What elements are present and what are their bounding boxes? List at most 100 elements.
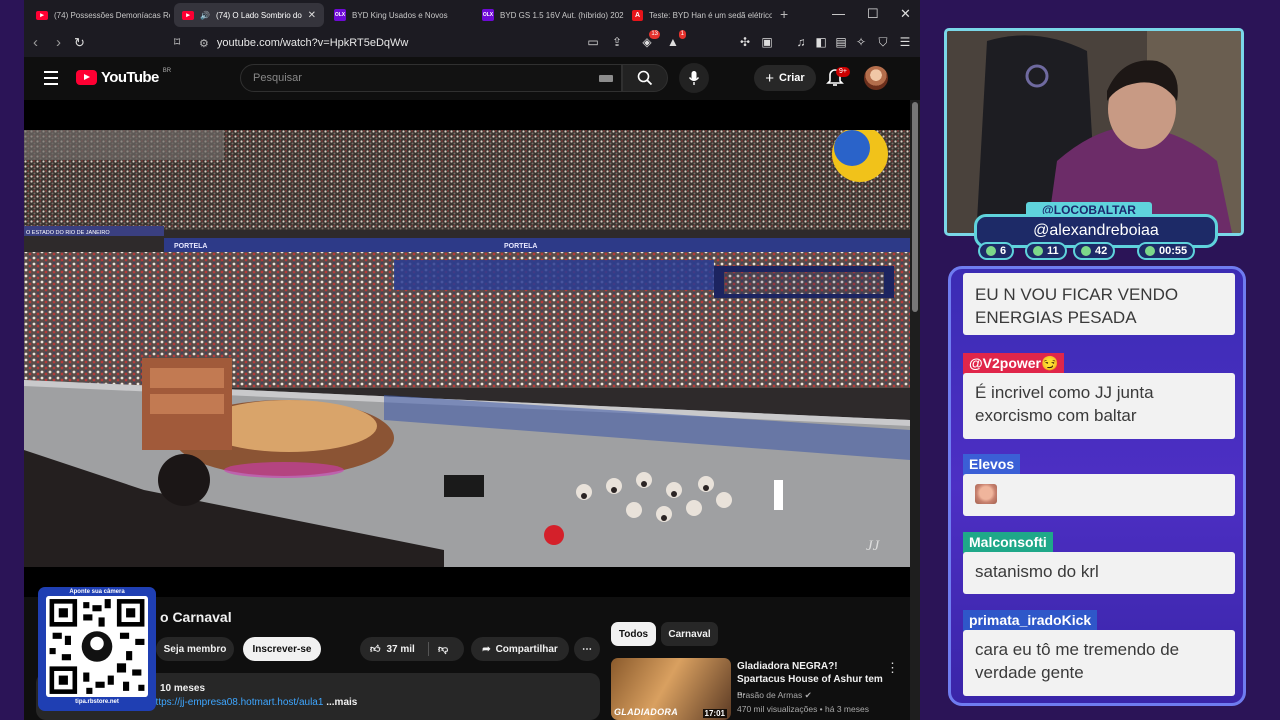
- more-actions-button[interactable]: ⋯: [574, 637, 600, 661]
- like-icon[interactable]: 👍︎: [370, 643, 380, 655]
- dislike-icon[interactable]: 👎︎: [438, 643, 448, 655]
- tab-label: BYD GS 1.5 16V Aut. (híbrido) 2025: [500, 10, 624, 20]
- microphone-icon: [688, 71, 700, 85]
- youtube-icon: ▸: [182, 10, 194, 20]
- shield-count: 13: [649, 30, 660, 39]
- tab-label: Teste: BYD Han é um sedã elétrico: [649, 10, 772, 20]
- scrollbar[interactable]: [910, 100, 920, 720]
- join-button[interactable]: Seja membro: [156, 637, 234, 661]
- description-link[interactable]: https://jj-empresa08.hotmart.host/aula1: [150, 697, 323, 708]
- clock-icon: [1145, 246, 1155, 256]
- channel-watermark: JJ: [866, 538, 881, 554]
- close-window-icon[interactable]: ✕: [900, 6, 911, 22]
- brave-shield-icon[interactable]: ◈ 13: [640, 30, 660, 49]
- qr-code-image: [46, 596, 148, 697]
- youtube-play-icon: [76, 70, 97, 85]
- youtube-icon: ▸: [36, 10, 48, 20]
- create-button[interactable]: + Criar: [754, 65, 816, 91]
- close-icon[interactable]: ✕: [308, 10, 316, 21]
- leo-ai-icon[interactable]: ✧: [854, 35, 868, 49]
- stat-value: 00:55: [1159, 245, 1188, 257]
- sidebar-icon[interactable]: ◧: [814, 35, 828, 49]
- scrollbar-thumb[interactable]: [912, 102, 918, 312]
- search-button[interactable]: [622, 64, 668, 92]
- recommended-channel[interactable]: Brasão de Armas ✔: [737, 690, 812, 701]
- keyboard-icon[interactable]: [599, 75, 613, 82]
- share-page-icon[interactable]: ⇪: [610, 35, 624, 49]
- url-text: youtube.com/watch?v=HpkRT5eDqWw: [216, 37, 409, 49]
- menu-hamburger-icon[interactable]: [44, 71, 58, 89]
- minimize-icon[interactable]: —: [832, 6, 845, 21]
- youtube-logo[interactable]: YouTube BR: [76, 67, 172, 86]
- stat-value: 11: [1047, 245, 1059, 257]
- stat-youtube: 11: [1025, 242, 1067, 260]
- extensions-icon[interactable]: ✣: [738, 35, 752, 49]
- bookmark-icon[interactable]: ⌑: [174, 35, 180, 49]
- qr-caption-top: Aponte sua câmera: [69, 589, 125, 595]
- rewards-count: 1: [678, 30, 686, 39]
- country-code: BR: [162, 67, 172, 74]
- video-thumbnail[interactable]: GLADIADORA 17:01: [611, 658, 731, 720]
- search-box: [240, 64, 622, 92]
- rewards-icon[interactable]: ▲ 1: [666, 30, 686, 49]
- qr-code-overlay: Aponte sua câmera tipa.rbstore.net: [38, 587, 156, 711]
- voice-search-button[interactable]: [679, 63, 709, 93]
- notification-count: 9+: [836, 67, 850, 77]
- stat-uptime: 00:55: [1137, 242, 1196, 260]
- chat-username: primata_iradoKick: [963, 610, 1098, 631]
- site-info-icon[interactable]: ⚙: [199, 37, 209, 50]
- chat-username: Malconsofti: [963, 532, 1053, 553]
- wallet-icon[interactable]: ▤: [834, 35, 848, 49]
- youtube-page: YouTube BR + Criar 9+: [24, 57, 920, 720]
- chip-all[interactable]: Todos: [611, 622, 656, 646]
- olx-icon: OLX: [482, 9, 494, 21]
- new-tab-icon[interactable]: +: [780, 6, 788, 22]
- screenshot-icon[interactable]: ▣: [760, 35, 774, 49]
- subscribe-button[interactable]: Inscrever-se: [243, 637, 321, 661]
- share-label: Compartilhar: [495, 643, 558, 655]
- chat-message: É incrivel como JJ junta exorcismo com b…: [963, 373, 1235, 439]
- share-button[interactable]: ➦ Compartilhar: [471, 637, 569, 661]
- search-input[interactable]: [241, 65, 621, 91]
- tab-possessoes[interactable]: ▸ (74) Possessões Demoníacas Reais: [28, 3, 170, 27]
- like-count[interactable]: 37 mil: [386, 644, 414, 655]
- chat-icon: [986, 246, 996, 256]
- forward-icon[interactable]: ›: [56, 34, 61, 51]
- chip-carnaval[interactable]: Carnaval: [661, 622, 718, 646]
- tab-byd-king[interactable]: OLX BYD King Usados e Novos: [326, 3, 471, 27]
- vpn-icon[interactable]: ⛉: [876, 35, 890, 49]
- tab-lado-sombrio[interactable]: ▸ 🔊 (74) O Lado Sombrio do Ca ✕: [174, 3, 324, 27]
- tab-label: BYD King Usados e Novos: [352, 10, 448, 20]
- reload-icon[interactable]: ↻: [74, 35, 85, 51]
- tab-label: (74) O Lado Sombrio do Ca: [215, 10, 302, 20]
- media-icon[interactable]: ♫: [794, 35, 808, 49]
- avatar[interactable]: [864, 66, 888, 90]
- back-icon[interactable]: ‹: [33, 34, 38, 51]
- youtube-icon: [1033, 246, 1043, 256]
- stat-value: 42: [1095, 245, 1108, 257]
- browser-window: ▸ (74) Possessões Demoníacas Reais ▸ 🔊 (…: [24, 0, 920, 720]
- more-options-icon[interactable]: ⋮: [886, 660, 899, 676]
- tab-byd-han[interactable]: A Teste: BYD Han é um sedã elétrico: [624, 3, 772, 27]
- stat-value: 6: [1000, 245, 1007, 257]
- search-icon: [637, 70, 653, 86]
- like-dislike-group: 👍︎ 37 mil 👎︎: [360, 637, 464, 661]
- cast-icon[interactable]: ▭: [586, 35, 600, 49]
- speaker-icon: 🔊: [200, 10, 210, 20]
- create-label: Criar: [779, 72, 805, 84]
- autoesporte-icon: A: [632, 9, 643, 21]
- olx-icon: OLX: [334, 9, 346, 21]
- video-player[interactable]: O ESTADO DO RIO DE JANEIRO PORTELA PORTE…: [24, 100, 910, 597]
- chat-panel: EU N VOU FICAR VENDO ENERGIAS PESADA @V2…: [948, 266, 1246, 706]
- maximize-icon[interactable]: ☐: [867, 6, 879, 22]
- menu-icon[interactable]: ☰: [898, 35, 912, 49]
- chat-message: cara eu tô me tremendo de verdade gente: [963, 630, 1235, 696]
- chat-username: Elevos: [963, 454, 1021, 475]
- thumbnail-text: GLADIADORA: [614, 707, 678, 717]
- sign-text: PORTELA: [504, 243, 537, 250]
- recommended-video[interactable]: GLADIADORA 17:01 Gladiadora NEGRA?! Spar…: [611, 658, 901, 720]
- stat-kick: 42: [1073, 242, 1116, 260]
- show-more-link[interactable]: ...mais: [326, 697, 357, 708]
- tab-byd-gs[interactable]: OLX BYD GS 1.5 16V Aut. (híbrido) 2025: [474, 3, 624, 27]
- plus-icon: +: [765, 69, 775, 87]
